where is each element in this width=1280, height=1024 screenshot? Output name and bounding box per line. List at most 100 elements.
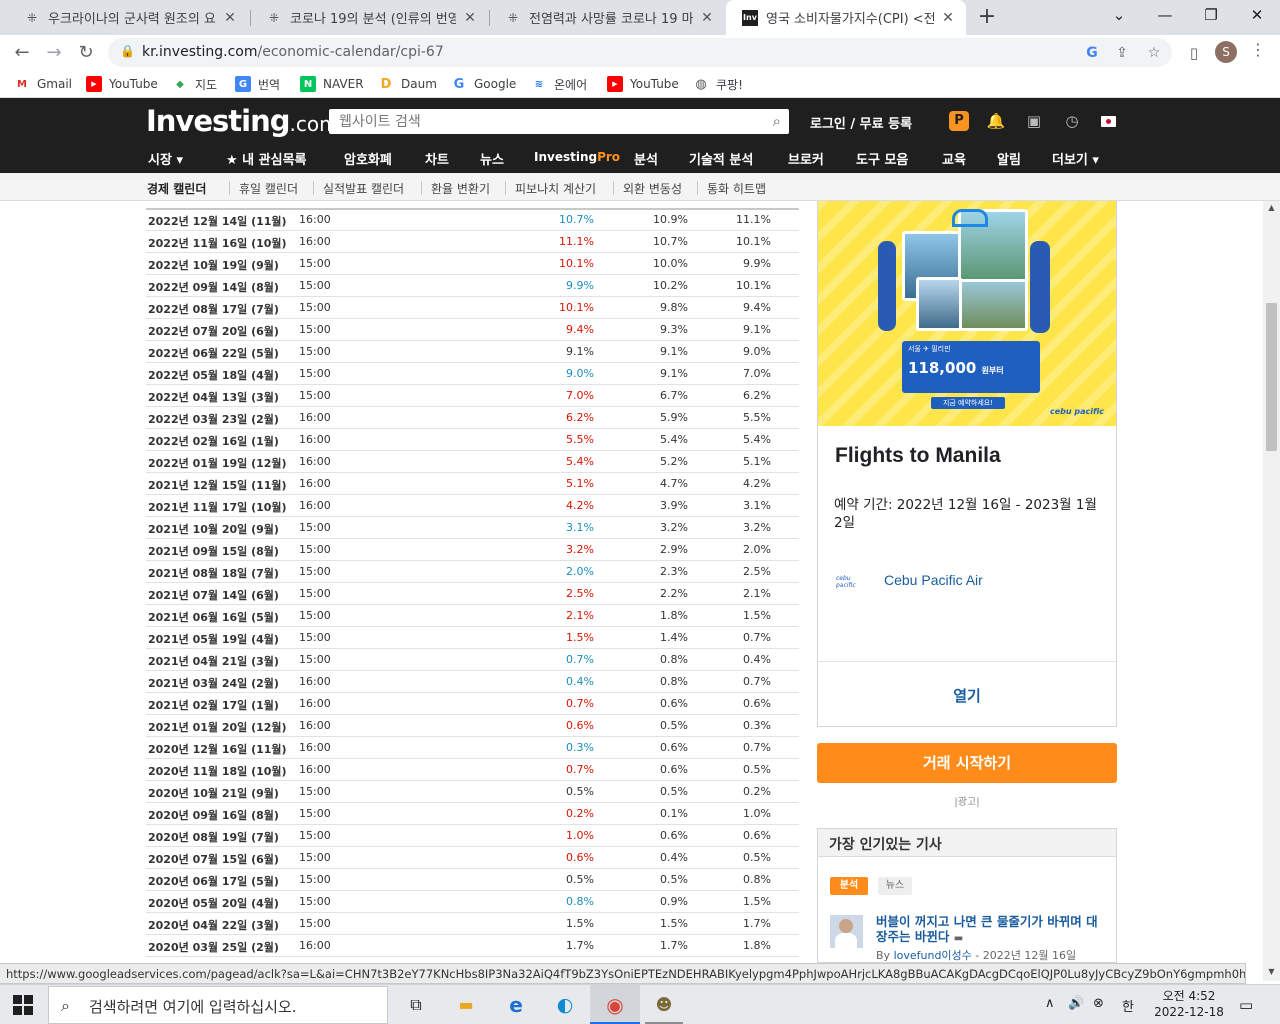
app-owl-icon[interactable]: ☻ [650, 991, 678, 1019]
taskbar-search-box[interactable]: ⌕ 검색하려면 여기에 입력하십시오. [48, 986, 388, 1024]
ime-indicator[interactable]: 한 [1122, 996, 1134, 1015]
minimize-button[interactable]: — [1142, 0, 1188, 32]
release-time: 15:00 [299, 367, 331, 380]
ad-open-button[interactable]: 열기 [818, 685, 1116, 706]
nav-investing-pro[interactable]: InvestingPro [534, 150, 620, 164]
release-date: 2022년 03월 23일 (2월) [148, 413, 279, 426]
investing-pro-icon[interactable]: P [949, 111, 969, 131]
browser-tab-2[interactable]: ⁜ 코로나 19의 분석 (인류의 번영과 ✕ [250, 0, 488, 35]
ad-banner-image[interactable]: 서울 ✈ 필리핀 118,000 원부터 지금 예약하세요! cebu paci… [818, 201, 1116, 426]
system-clock[interactable]: 오전 4:52 2022-12-18 [1150, 988, 1228, 1020]
search-icon[interactable]: ⌕ [773, 112, 781, 130]
start-trading-button[interactable]: 거래 시작하기 [817, 743, 1117, 783]
subnav-currency-heatmap[interactable]: 통화 히트맵 [707, 180, 766, 197]
forward-button[interactable]: → [41, 40, 67, 66]
maximize-button[interactable]: ❐ [1188, 0, 1234, 32]
new-tab-button[interactable]: + [976, 4, 998, 30]
previous-value: 0.4% [743, 653, 771, 666]
lock-icon[interactable]: 🔒 [120, 44, 135, 58]
close-icon[interactable]: ✕ [940, 10, 956, 26]
side-panel-icon[interactable]: ▯ [1181, 40, 1207, 66]
tab-news[interactable]: 뉴스 [878, 877, 912, 895]
subnav-economic-calendar[interactable]: 경제 캘린더 [147, 180, 206, 197]
browser-tab-1[interactable]: ⁜ 우크라이나의 군사력 원조의 요구 ✕ [8, 0, 248, 35]
close-window-button[interactable]: ✕ [1234, 0, 1280, 32]
edge-icon[interactable]: ◐ [551, 991, 579, 1019]
bookmark-gmail[interactable]: M Gmail [14, 75, 72, 93]
profile-avatar[interactable]: S [1215, 41, 1237, 63]
bookmark-maps[interactable]: ◆ 지도 [172, 75, 217, 93]
nav-crypto[interactable]: 암호화폐 [344, 149, 392, 168]
back-button[interactable]: ← [9, 40, 35, 66]
clock-icon[interactable]: ◷ [1062, 111, 1082, 131]
article-author-link[interactable]: lovefund이성수 [894, 949, 972, 962]
windows-start-button[interactable] [13, 995, 33, 1015]
close-icon[interactable]: ✕ [222, 10, 238, 26]
bookmark-naver[interactable]: N NAVER [300, 75, 364, 93]
nav-brokers[interactable]: 브로커 [788, 149, 824, 168]
nav-watchlist[interactable]: ★ 내 관심목록 [226, 149, 307, 168]
bookmark-google[interactable]: G Google [451, 75, 517, 93]
nav-charts[interactable]: 차트 [425, 149, 449, 168]
author-avatar[interactable] [830, 915, 863, 948]
share-icon[interactable]: ⇪ [1112, 43, 1132, 63]
internet-explorer-icon[interactable]: e [502, 991, 530, 1019]
google-translate-icon[interactable]: G [1082, 43, 1102, 63]
tab-search-icon[interactable]: ⌄ [1096, 0, 1142, 32]
scrollbar-thumb[interactable] [1266, 303, 1277, 451]
ad-headline[interactable]: Flights to Manila [835, 444, 1001, 468]
subnav-fx-volatility[interactable]: 외환 변동성 [623, 180, 682, 197]
url-text[interactable]: kr.investing.com/economic-calendar/cpi-6… [142, 44, 444, 60]
portfolio-icon[interactable]: ▣ [1024, 111, 1044, 131]
task-view-icon[interactable]: ⧉ [402, 991, 430, 1019]
bookmark-coupang[interactable]: ◍ 쿠팡! [693, 75, 743, 93]
tab-analysis[interactable]: 분석 [830, 877, 868, 895]
volume-icon[interactable]: 🔊 [1068, 996, 1084, 1011]
more-menu-icon[interactable]: ⋮ [1250, 40, 1266, 59]
nav-tools[interactable]: 도구 모음 [856, 149, 908, 168]
bookmark-translate[interactable]: G 번역 [235, 75, 280, 93]
reload-button[interactable]: ↻ [73, 40, 99, 66]
bookmark-youtube-2[interactable]: ▶ YouTube [607, 75, 679, 93]
notification-bell-icon[interactable]: 🔔 [986, 111, 1006, 131]
subnav-fibonacci-calculator[interactable]: 피보나치 계산기 [515, 180, 596, 197]
nav-more[interactable]: 더보기 ▾ [1052, 149, 1099, 168]
ad-advertiser-name[interactable]: Cebu Pacific Air [884, 572, 983, 588]
nav-markets[interactable]: 시장 ▾ [148, 149, 183, 168]
subnav-earnings-calendar[interactable]: 실적발표 캘린더 [323, 180, 404, 197]
investing-logo[interactable]: Investing.com [146, 104, 339, 138]
file-explorer-icon[interactable]: ▬ [452, 991, 480, 1019]
page-scrollbar[interactable]: ▲ ▼ [1263, 201, 1280, 981]
browser-tab-active[interactable]: Inv 영국 소비자물가지수(CPI) <전년 ✕ [726, 0, 966, 35]
nav-alerts[interactable]: 알림 [997, 149, 1021, 168]
nav-news[interactable]: 뉴스 [480, 149, 504, 168]
browser-tab-3[interactable]: ⁜ 전염력과 사망률 코로나 19 마지 ✕ [489, 0, 725, 35]
previous-value: 1.7% [743, 917, 771, 930]
nav-education[interactable]: 교육 [942, 149, 966, 168]
korea-flag-icon[interactable] [1101, 116, 1116, 127]
actual-value: 0.5% [566, 873, 594, 886]
sponsored-ad-card[interactable]: 서울 ✈ 필리핀 118,000 원부터 지금 예약하세요! cebu paci… [817, 201, 1117, 727]
scroll-down-arrow-icon[interactable]: ▼ [1263, 967, 1280, 976]
chrome-icon[interactable]: ◉ [601, 991, 629, 1019]
close-icon[interactable]: ✕ [462, 10, 478, 26]
nav-analysis[interactable]: 분석 [634, 149, 658, 168]
omnibox[interactable]: 🔒 kr.investing.com/economic-calendar/cpi… [108, 38, 1172, 67]
tab-title: 영국 소비자물가지수(CPI) <전년 [766, 12, 934, 27]
popular-article-title[interactable]: 버블이 꺼지고 나면 큰 물줄기가 바뀌며 대장주는 바뀐다 ▬ [876, 914, 1104, 946]
scroll-up-arrow-icon[interactable]: ▲ [1263, 203, 1280, 212]
subnav-holiday-calendar[interactable]: 휴일 캘린더 [239, 180, 298, 197]
close-icon[interactable]: ✕ [699, 10, 715, 26]
site-search-input[interactable] [329, 109, 749, 134]
network-icon[interactable]: ⊗ [1093, 996, 1104, 1011]
bookmark-daum[interactable]: D Daum [378, 75, 437, 93]
login-register-link[interactable]: 로그인 / 무료 등록 [810, 113, 912, 132]
cpi-history-table: 2022년 12월 14일 (11월) 16:00 10.7% 10.9% 11.1% 2… [146, 201, 799, 958]
nav-technical[interactable]: 기술적 분석 [689, 149, 753, 168]
tray-overflow-icon[interactable]: ∧ [1045, 996, 1055, 1011]
bookmark-youtube[interactable]: ▶ YouTube [86, 75, 158, 93]
bookmark-star-icon[interactable]: ☆ [1144, 43, 1164, 63]
subnav-currency-converter[interactable]: 환율 변환기 [431, 180, 490, 197]
bookmark-onair[interactable]: ≋ 온에어 [531, 75, 587, 93]
notification-center-icon[interactable]: ▭ [1239, 996, 1253, 1014]
